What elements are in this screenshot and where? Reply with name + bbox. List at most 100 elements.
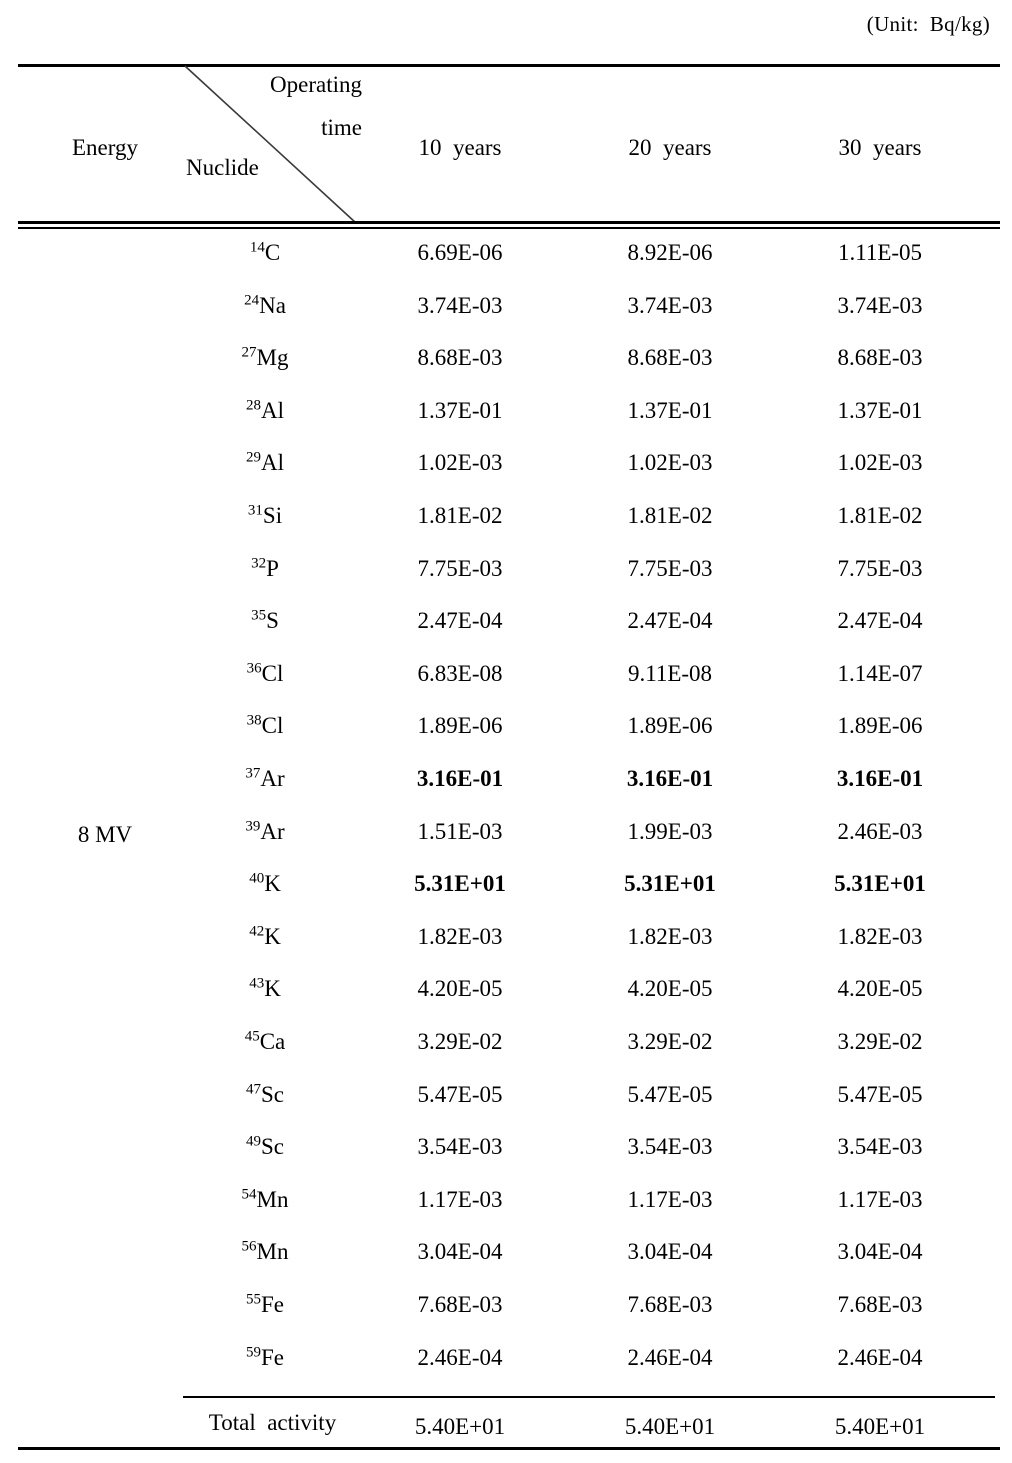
activity-value-cell: 1.82E-03 — [417, 923, 503, 949]
nuclide-cell: 59Fe — [185, 1341, 345, 1375]
activity-value-cell: 2.46E-04 — [417, 1344, 503, 1370]
activity-value-cell: 8.68E-03 — [837, 345, 923, 371]
element-symbol: Na — [259, 292, 286, 318]
element-symbol: S — [266, 608, 279, 634]
mass-number: 49 — [246, 1133, 261, 1150]
nuclide-cell: 35S — [185, 604, 345, 638]
activity-value-cell: 5.47E-05 — [417, 1081, 503, 1107]
nuclide-cell: 38Cl — [185, 709, 345, 743]
nuclide-cell: 40K — [185, 867, 345, 901]
element-symbol: Ar — [260, 766, 285, 791]
mass-number: 28 — [246, 397, 261, 414]
element-symbol: Mn — [256, 1239, 289, 1265]
table-row: 56Mn 3.04E-04 3.04E-04 3.04E-04 — [0, 1235, 1012, 1287]
mass-number: 36 — [246, 660, 262, 677]
header-operating-time-line2: time — [321, 115, 362, 140]
activity-value-cell: 7.75E-03 — [627, 555, 713, 581]
element-symbol: K — [264, 923, 281, 949]
mass-number: 14 — [249, 239, 265, 256]
header-column-30-years: 30 years — [838, 135, 922, 160]
activity-value-cell: 7.75E-03 — [837, 555, 923, 581]
header-nuclide-label: Nuclide — [186, 155, 259, 180]
activity-value-cell: 3.16E-01 — [626, 766, 714, 791]
nuclide-cell: 39Ar — [185, 815, 345, 849]
nuclide-cell: 28Al — [185, 394, 345, 428]
mass-number: 27 — [241, 344, 257, 361]
element-symbol: Fe — [261, 1292, 284, 1317]
element-symbol: Mg — [256, 345, 289, 371]
element-symbol: Al — [261, 450, 284, 476]
nuclide-cell: 54Mn — [185, 1183, 345, 1217]
nuclide-cell: 37Ar — [185, 762, 345, 796]
activity-value-cell: 3.74E-03 — [627, 292, 713, 318]
activity-value-cell: 3.29E-02 — [627, 1029, 713, 1054]
header-column-20-years: 20 years — [628, 135, 712, 160]
activity-value-cell: 1.02E-03 — [837, 450, 923, 476]
element-symbol: Sc — [261, 1081, 284, 1107]
table-row: 49Sc 3.54E-03 3.54E-03 3.54E-03 — [0, 1130, 1012, 1182]
mass-number: 31 — [247, 502, 263, 519]
activity-value-cell: 8.92E-06 — [627, 240, 713, 265]
mass-number: 43 — [249, 975, 265, 992]
table-row: 29Al 1.02E-03 1.02E-03 1.02E-03 — [0, 446, 1012, 498]
mass-number: 39 — [245, 817, 261, 834]
activity-value-cell: 1.81E-02 — [837, 503, 923, 528]
mass-number: 35 — [251, 607, 267, 624]
activity-value-cell: 1.37E-01 — [627, 397, 713, 423]
element-symbol: K — [264, 976, 281, 1002]
mass-number: 29 — [246, 449, 261, 466]
table-row: 35S 2.47E-04 2.47E-04 2.47E-04 — [0, 604, 1012, 656]
activity-value-cell: 4.20E-05 — [837, 976, 923, 1002]
table-row: 42K 1.82E-03 1.82E-03 1.82E-03 — [0, 920, 1012, 972]
unit-caption: (Unit: Bq/kg) — [866, 12, 990, 36]
mass-number: 47 — [246, 1080, 261, 1097]
table-row: 45Ca 3.29E-02 3.29E-02 3.29E-02 — [0, 1025, 1012, 1077]
activity-value-cell: 1.99E-03 — [627, 818, 713, 844]
activity-value-cell: 3.04E-04 — [417, 1239, 503, 1265]
activity-value-cell: 1.17E-03 — [627, 1186, 713, 1212]
element-symbol: Mn — [256, 1186, 289, 1212]
activity-value-cell: 3.54E-03 — [837, 1134, 923, 1160]
activity-value-cell: 1.37E-01 — [837, 397, 923, 423]
activity-value-cell: 7.68E-03 — [837, 1292, 923, 1317]
activity-value-cell: 8.68E-03 — [417, 345, 503, 371]
activity-value-cell: 2.47E-04 — [417, 608, 503, 634]
element-symbol: Cl — [261, 660, 284, 686]
activity-value-cell: 3.54E-03 — [417, 1134, 503, 1160]
nuclide-cell: 43K — [185, 972, 345, 1006]
activity-value-cell: 6.83E-08 — [417, 660, 503, 686]
activity-value-cell: 2.47E-04 — [627, 608, 713, 634]
activity-value-cell: 1.17E-03 — [837, 1186, 923, 1212]
table-row: 14C 6.69E-06 8.92E-06 1.11E-05 — [0, 236, 1012, 288]
nuclide-cell: 47Sc — [185, 1078, 345, 1112]
mass-number: 37 — [245, 765, 261, 782]
activity-value-cell: 5.31E+01 — [414, 871, 506, 897]
element-symbol: P — [266, 555, 279, 581]
table-row: 24Na 3.74E-03 3.74E-03 3.74E-03 — [0, 289, 1012, 341]
activity-value-cell: 9.11E-08 — [627, 660, 713, 686]
activity-value-cell: 6.69E-06 — [417, 240, 503, 265]
element-symbol: Ar — [260, 818, 285, 844]
activity-value-cell: 5.47E-05 — [627, 1081, 713, 1107]
total-activity-value-30-years: 5.40E+01 — [834, 1414, 926, 1439]
activity-value-cell: 1.89E-06 — [837, 713, 923, 739]
activity-value-cell: 1.89E-06 — [417, 713, 503, 739]
total-separator-rule — [183, 1396, 995, 1398]
activity-value-cell: 3.16E-01 — [416, 766, 504, 791]
activity-value-cell: 3.04E-04 — [837, 1239, 923, 1265]
table-row: 59Fe 2.46E-04 2.46E-04 2.46E-04 — [0, 1341, 1012, 1393]
element-symbol: Al — [261, 397, 284, 423]
element-symbol: K — [264, 871, 281, 897]
nuclide-cell: 27Mg — [185, 341, 345, 375]
header-separator-thin — [18, 227, 1000, 229]
activity-value-cell: 2.46E-04 — [837, 1344, 923, 1370]
table-row: 27Mg 8.68E-03 8.68E-03 8.68E-03 — [0, 341, 1012, 393]
activity-value-cell: 1.89E-06 — [627, 713, 713, 739]
table-row: 28Al 1.37E-01 1.37E-01 1.37E-01 — [0, 394, 1012, 446]
activity-value-cell: 5.31E+01 — [834, 871, 926, 897]
nuclide-cell: 55Fe — [185, 1288, 345, 1322]
activity-value-cell: 3.54E-03 — [627, 1134, 713, 1160]
table-row: 54Mn 1.17E-03 1.17E-03 1.17E-03 — [0, 1183, 1012, 1235]
table-row: 32P 7.75E-03 7.75E-03 7.75E-03 — [0, 552, 1012, 604]
activity-value-cell: 3.29E-02 — [417, 1029, 503, 1054]
